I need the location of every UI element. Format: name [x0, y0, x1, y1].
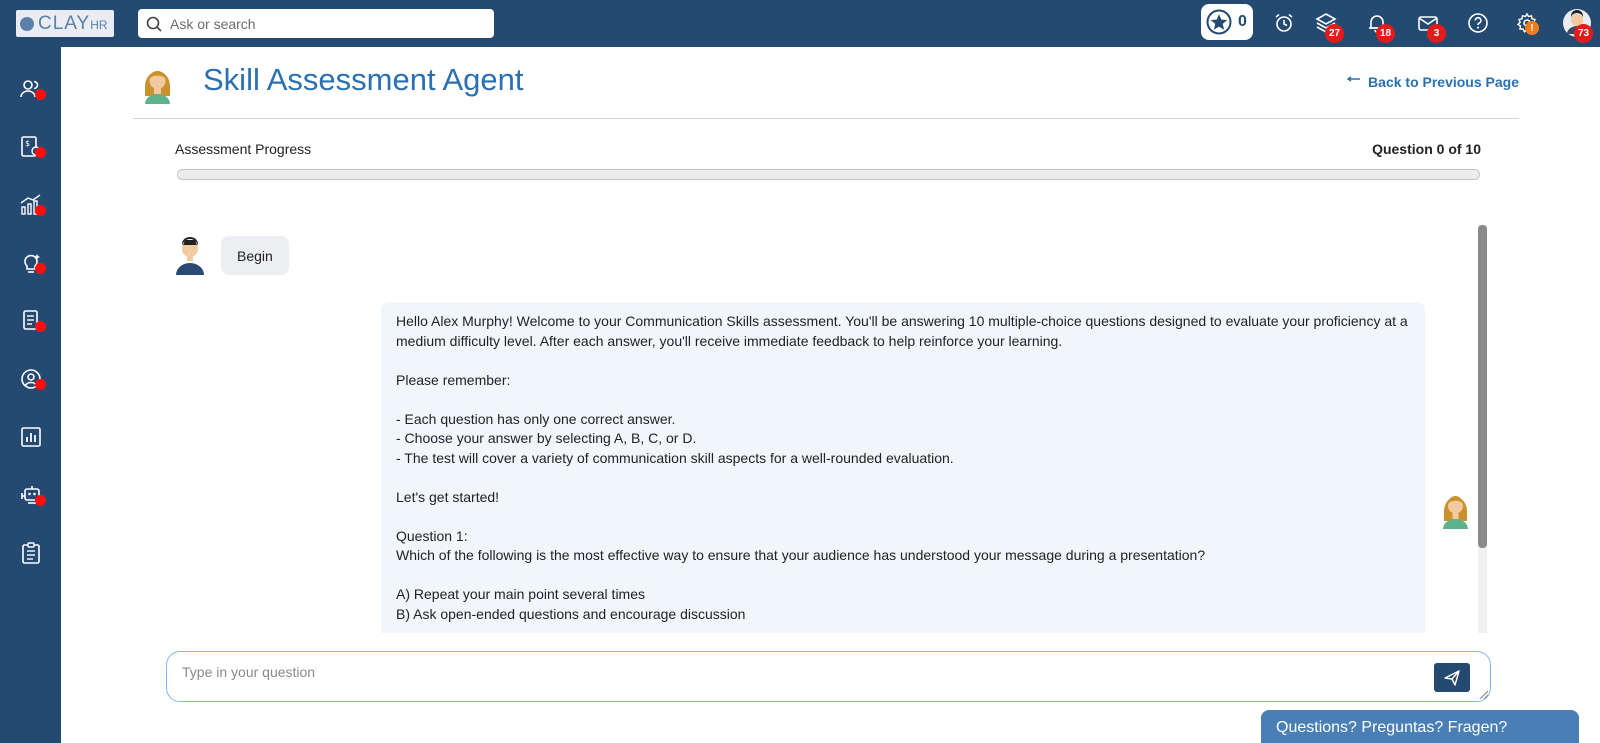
agent-message-line: - The test will cover a variety of commu… [396, 449, 954, 466]
agent-message-line: A) Repeat your main point several times [396, 586, 645, 602]
agent-avatar-icon [145, 71, 170, 104]
bar-chart-icon [21, 427, 41, 447]
sidebar-item-documents[interactable] [17, 307, 46, 335]
back-link-label: Back to Previous Page [1368, 74, 1519, 90]
notifications-button[interactable]: 18 [1364, 10, 1395, 43]
sidebar-notification-dot [35, 321, 46, 332]
clipboard-checklist-icon [22, 542, 40, 564]
agent-message-line [396, 390, 1410, 410]
question-input[interactable] [182, 664, 1402, 690]
star-count: 0 [1238, 13, 1247, 30]
profile-avatar-button[interactable]: 73 [1562, 8, 1593, 43]
chat-transcript[interactable]: Begin Hello Alex Murphy! Welcome to your… [170, 225, 1486, 633]
profile-badge: 73 [1574, 24, 1593, 43]
back-arrow-icon [1346, 76, 1361, 82]
sidebar-item-agents[interactable] [17, 481, 46, 509]
progress-bar [177, 169, 1480, 180]
paper-plane-icon [1444, 669, 1460, 686]
agent-message-line [396, 507, 1410, 527]
sidebar-notification-dot [35, 495, 46, 506]
agent-message-line: medium difficulty level. After each answ… [396, 332, 1063, 349]
search-box[interactable] [138, 9, 494, 38]
page-header: Skill Assessment Agent Back to Previous … [133, 56, 1519, 119]
sidebar-notification-dot [35, 89, 46, 100]
agent-message-line [396, 566, 1410, 586]
messages-button[interactable]: 3 [1415, 10, 1446, 43]
alarm-clock-button[interactable] [1271, 10, 1297, 36]
svg-text:$: $ [25, 139, 30, 148]
agent-message-bubble: Hello Alex Murphy! Welcome to your Commu… [381, 302, 1425, 633]
settings-alert-badge: ! [1525, 21, 1539, 35]
sidebar-notification-dot [35, 263, 46, 274]
messages-badge: 3 [1427, 24, 1446, 43]
question-circle-icon [1468, 13, 1488, 33]
sidebar-item-people[interactable] [17, 75, 46, 103]
logo-text: CLAYHR [38, 12, 108, 34]
clayhr-logo[interactable]: CLAYHR [16, 10, 114, 37]
sidebar-item-checklist[interactable] [17, 539, 45, 567]
agent-message-line [396, 468, 1410, 488]
chat-scrollbar-thumb[interactable] [1478, 225, 1487, 548]
star-icon [1206, 9, 1232, 35]
notifications-badge: 18 [1376, 24, 1395, 43]
sidebar-notification-dot [35, 379, 46, 390]
agent-message-line [396, 351, 1410, 371]
help-button[interactable] [1465, 10, 1491, 36]
sidebar-item-profile[interactable] [17, 365, 46, 393]
agent-message-line: Question 1: [396, 527, 468, 544]
back-to-previous-page-link[interactable]: Back to Previous Page [1346, 74, 1519, 90]
sidebar-item-payroll[interactable]: $ [17, 133, 46, 161]
agent-message-line: Let's get started! [396, 488, 500, 505]
progress-label: Assessment Progress [175, 141, 312, 157]
agent-message-line: Which of the following is the most effec… [396, 547, 1206, 563]
alarm-clock-icon [1275, 13, 1293, 32]
sidebar-notification-dot [35, 147, 46, 158]
send-button[interactable] [1434, 663, 1470, 692]
agent-message-line: Hello Alex Murphy! Welcome to your Commu… [396, 313, 1408, 329]
agent-message-line: B) Ask open-ended questions and encourag… [396, 605, 746, 622]
sidebar-item-ideas[interactable] [17, 249, 46, 277]
agent-message-line: Please remember: [396, 371, 511, 388]
user-message-bubble: Begin [221, 236, 289, 275]
settings-button[interactable]: ! [1514, 10, 1540, 36]
agent-message-avatar-icon [1443, 496, 1468, 529]
left-sidebar: $ [0, 47, 61, 743]
layers-badge: 27 [1325, 24, 1344, 43]
layers-button[interactable]: 27 [1313, 10, 1344, 43]
agent-message-line: - Choose your answer by selecting A, B, … [396, 430, 697, 446]
search-icon [146, 16, 162, 32]
help-chat-tab[interactable]: Questions? Preguntas? Fragen? [1261, 710, 1579, 743]
sidebar-item-performance[interactable] [17, 191, 46, 219]
logo-globe-icon [20, 16, 34, 31]
agent-message-line: - Each question has only one correct ans… [396, 410, 676, 427]
sidebar-item-reports[interactable] [17, 423, 45, 451]
progress-count: Question 0 of 10 [1372, 141, 1481, 157]
sidebar-notification-dot [35, 205, 46, 216]
textarea-resize-handle-icon[interactable] [1478, 689, 1488, 699]
chat-scrollbar[interactable] [1478, 225, 1487, 633]
star-points-button[interactable]: 0 [1201, 4, 1253, 40]
page-title: Skill Assessment Agent [203, 62, 524, 97]
top-bar: CLAYHR 0 27 18 3 ! 73 [0, 0, 1600, 47]
question-composer [166, 651, 1491, 702]
search-input[interactable] [170, 15, 480, 32]
user-avatar-icon [176, 237, 204, 275]
